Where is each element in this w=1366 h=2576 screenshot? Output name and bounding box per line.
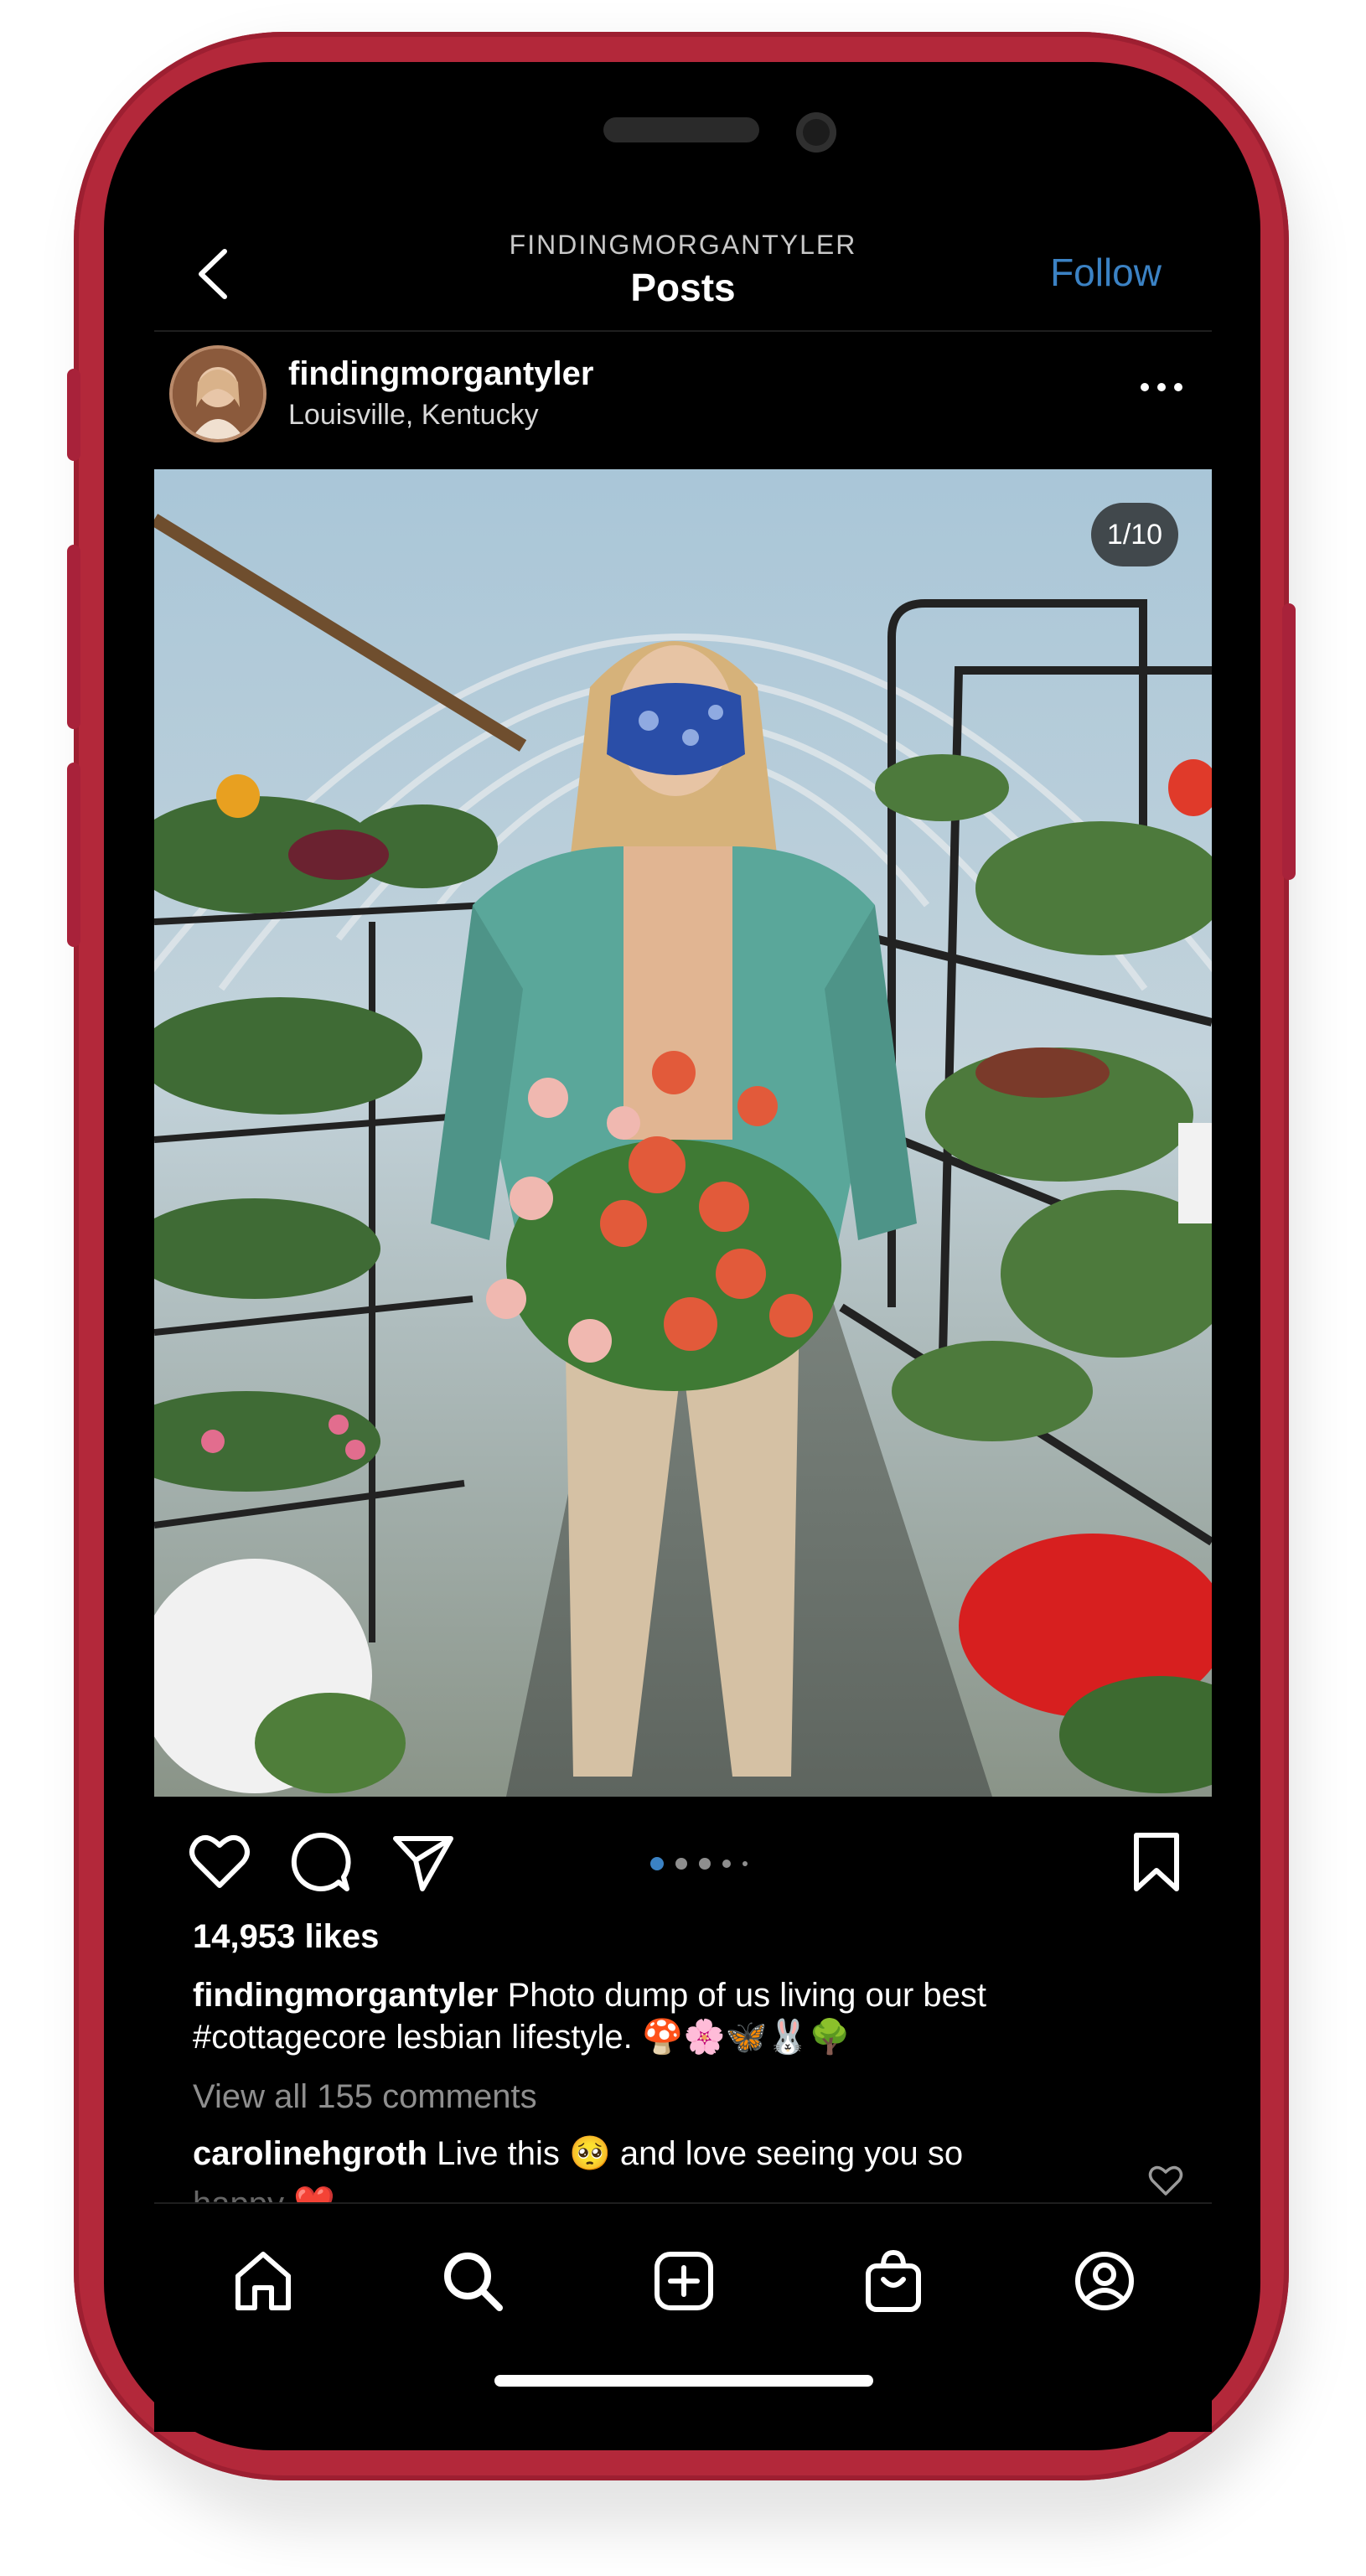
profile-icon <box>1075 2252 1134 2310</box>
tab-create[interactable] <box>650 2248 717 2315</box>
carousel-dot-active <box>650 1857 664 1870</box>
tab-profile[interactable] <box>1071 2248 1138 2315</box>
earpiece-speaker <box>603 117 759 142</box>
power-button <box>1282 603 1296 880</box>
comment-preview: carolinehgroth Live this 🥺 and love seei… <box>193 2134 1115 2173</box>
caption-username[interactable]: findingmorgantyler <box>193 1977 498 2014</box>
post-location[interactable]: Louisville, Kentucky <box>288 399 539 432</box>
like-count[interactable]: 14,953 likes <box>193 1918 379 1956</box>
tab-shop[interactable] <box>860 2248 927 2315</box>
comment-text: Live this 🥺 and love seeing you so <box>437 2135 964 2172</box>
shopping-bag-icon <box>866 2249 921 2312</box>
nav-header: FINDINGMORGANTYLER Posts Follow <box>154 220 1212 330</box>
paper-plane-icon <box>393 1836 453 1891</box>
carousel-dot <box>743 1861 748 1866</box>
more-horizontal-icon <box>1141 383 1182 391</box>
post-photo[interactable]: 1/10 <box>154 469 1212 1797</box>
plus-square-icon <box>655 2252 713 2310</box>
volume-down-button <box>67 763 80 947</box>
front-camera <box>796 112 836 153</box>
image-counter: 1/10 <box>1091 503 1178 566</box>
share-button[interactable] <box>391 1830 454 1894</box>
carousel-dot <box>722 1860 731 1868</box>
carousel-dots <box>650 1857 776 1870</box>
greenhouse-photo <box>154 469 1212 1797</box>
tab-home[interactable] <box>230 2248 297 2315</box>
post-caption: findingmorgantyler Photo dump of us livi… <box>193 1974 1182 2058</box>
instagram-post-view: FINDINGMORGANTYLER Posts Follow findingm… <box>154 220 1212 2432</box>
more-options-button[interactable] <box>1136 379 1187 396</box>
bottom-tab-bar <box>154 2202 1212 2350</box>
post-username[interactable]: findingmorgantyler <box>288 355 593 393</box>
comment-bubble-icon <box>291 1832 351 1891</box>
heart-icon <box>189 1834 250 1888</box>
search-icon <box>444 2253 503 2311</box>
view-comments-link[interactable]: View all 155 comments <box>193 2078 537 2116</box>
follow-button[interactable]: Follow <box>1050 250 1162 295</box>
comment-username[interactable]: carolinehgroth <box>193 2135 427 2172</box>
bookmark-icon <box>1134 1833 1179 1891</box>
mute-switch <box>67 369 80 461</box>
home-icon <box>235 2252 291 2310</box>
comment-button[interactable] <box>288 1830 352 1894</box>
heart-small-icon <box>1148 2165 1183 2196</box>
avatar[interactable] <box>173 349 263 439</box>
post-header: findingmorgantyler Louisville, Kentucky <box>154 332 1212 466</box>
save-button[interactable] <box>1125 1830 1188 1894</box>
carousel-dot <box>675 1858 687 1870</box>
tab-search[interactable] <box>439 2248 506 2315</box>
avatar-image <box>173 349 263 439</box>
like-button[interactable] <box>188 1830 251 1894</box>
post-actions <box>154 1797 1212 1914</box>
comment-like-button[interactable] <box>1148 2164 1183 2197</box>
volume-up-button <box>67 545 80 729</box>
carousel-dot <box>699 1858 711 1870</box>
home-indicator[interactable] <box>494 2375 873 2387</box>
